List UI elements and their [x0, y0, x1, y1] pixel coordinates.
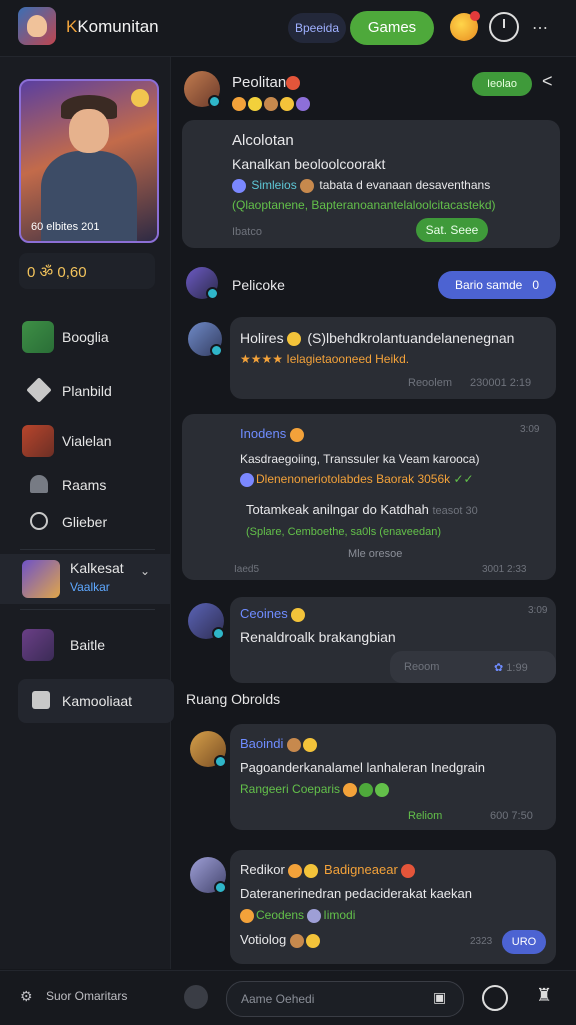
follow-button[interactable]: Ieolao	[472, 72, 532, 96]
message-input-placeholder: Aame Oehedi	[241, 992, 315, 1006]
author-name: Redikor Badigneaear	[240, 862, 417, 878]
sidebar-item-kalkesat[interactable]: Kalkesat Vaalkar ⌄	[0, 554, 170, 604]
message-input[interactable]: Aame Oehedi ▣	[226, 981, 464, 1017]
timestamp: 3:09	[528, 605, 548, 616]
notification-badge-icon[interactable]	[450, 11, 480, 41]
timestamp: 3:09	[520, 424, 540, 435]
sidebar-item-baitle[interactable]: Baitle	[0, 623, 170, 667]
post-line: ★★★★ Ielagietaooneed Heikd.	[240, 352, 410, 366]
user-avatar[interactable]	[190, 731, 227, 768]
post-footer-bar: Reoom ✿ 1:99	[390, 651, 556, 683]
bottom-bar: ⚙ Suor Omaritars Aame Oehedi ▣ ♜	[0, 970, 576, 1025]
reaction-icons	[232, 95, 312, 113]
share-icon[interactable]: <	[542, 71, 553, 92]
camera-icon[interactable]: ▣	[433, 989, 446, 1006]
menu-icon[interactable]: ⋯	[532, 18, 548, 38]
clock-icon	[30, 512, 48, 530]
post-line: Totamkeak anilngar do Katdhah teasot 30	[246, 502, 478, 517]
user-avatar[interactable]	[188, 603, 225, 640]
games-button[interactable]: Games	[350, 11, 434, 45]
sidebar-item-kamooliaat[interactable]: Kamooliaat	[18, 679, 174, 723]
author-name: Inodens	[240, 426, 306, 442]
user-avatar[interactable]	[190, 857, 227, 894]
post-footer: Ibatco	[232, 226, 262, 238]
hero-corner-icon	[131, 89, 149, 107]
author-name: Ceoines	[240, 606, 307, 622]
gift-icon[interactable]: ♜	[536, 985, 552, 1006]
flame-icon	[286, 74, 302, 92]
author-name: Baoindi	[240, 736, 319, 752]
hero-card[interactable]: 60 elbites 201	[19, 79, 159, 243]
app-logo-icon[interactable]	[18, 7, 56, 45]
message-feed: Peolitan Ieolao < Alcolotan Kanalkan beo…	[170, 57, 576, 969]
post-line: Votiolog	[240, 932, 322, 948]
post-line: Simleios tabata d evanaan desaventhans	[232, 178, 490, 193]
post-title: Alcolotan	[232, 132, 294, 149]
post-card: Alcolotan Kanalkan beoloolcoorakt Simlei…	[182, 120, 560, 248]
kalkesat-avatar-icon	[22, 560, 60, 598]
app-title: KKomunitan	[66, 17, 159, 36]
stats-text: 0 ॐ 0,60	[27, 264, 87, 281]
sidebar: 60 elbites 201 0 ॐ 0,60 Booglia Planbild…	[0, 57, 174, 969]
post-line: Mle oresoe	[348, 548, 403, 560]
post-line: Renaldroalk brakangbian	[240, 629, 396, 645]
chevron-down-icon[interactable]: ⌄	[140, 564, 150, 578]
user-avatar[interactable]	[184, 71, 221, 108]
post-line: Pagoanderkanalamel lanhaleran Inedgrain	[240, 760, 486, 775]
timestamp: 600 7:50	[490, 810, 533, 822]
sidebar-divider	[20, 609, 155, 610]
vialelan-avatar-icon	[22, 425, 54, 457]
bpeeida-pill[interactable]: Bpeeida	[288, 13, 346, 43]
sidebar-item-glieber[interactable]: Glieber	[0, 500, 170, 544]
group-button[interactable]: Bario samde 0	[438, 271, 556, 299]
post-card: Baoindi Pagoanderkanalamel lanhaleran In…	[230, 724, 556, 830]
hero-face	[69, 109, 109, 153]
baitle-avatar-icon	[22, 629, 54, 661]
stats-bar: 0 ॐ 0,60	[19, 253, 155, 289]
post-line: Kanalkan beoloolcoorakt	[232, 156, 386, 172]
post-line: Dlenenoneriotolabdes Baorak 3056k ✓✓	[240, 472, 474, 487]
post-line: Rangeeri Coeparis	[240, 782, 391, 797]
hero-label: 60 elbites 201	[31, 221, 100, 233]
post-action-button[interactable]: Sat. Seee	[416, 218, 488, 242]
folder-icon	[32, 691, 50, 709]
post-header: Holires (S)lbehdkrolantuandelanenegnan	[240, 330, 515, 347]
post-footer: Reliom	[408, 810, 443, 822]
top-bar: KKomunitan Bpeeida Games ⋯	[0, 0, 576, 57]
post-line: Dateranerinedran pedaciderakat kaekan	[240, 886, 472, 901]
author-name: Peolitan	[232, 74, 287, 91]
group-name: Pelicoke	[232, 277, 285, 293]
sidebar-item-vialelan[interactable]: Vialelan	[0, 419, 170, 463]
post-line: (Splare, Cemboethe, sa0ls (enaveedan)	[246, 526, 442, 538]
user-avatar[interactable]	[188, 322, 223, 357]
timestamp: 2323	[470, 936, 493, 947]
timestamp: 230001 2:19	[470, 377, 532, 389]
timestamp: 3001 2:33	[482, 564, 527, 575]
heart-icon	[26, 377, 52, 403]
sidebar-item-planbild[interactable]: Planbild	[0, 369, 170, 413]
bottom-left-label[interactable]: Suor Omaritars	[46, 989, 127, 1003]
post-footer: Iaed5	[234, 564, 260, 575]
post-line: (Qlaoptanene, Bapteranoanantelaloolcitac…	[232, 198, 496, 212]
sidebar-divider	[20, 549, 155, 550]
post-line: Kasdraegoiing, Transsuler ka Veam karooc…	[240, 452, 480, 466]
room-label: Ruang Obrolds	[186, 691, 281, 707]
settings-icon[interactable]: ⚙	[20, 988, 33, 1005]
timer-icon[interactable]	[489, 12, 519, 42]
mic-icon[interactable]	[482, 985, 508, 1011]
post-card: Ceoines 3:09 Renaldroalk brakangbian Reo…	[230, 597, 556, 683]
booglia-avatar-icon	[22, 321, 54, 353]
group-avatar[interactable]	[186, 267, 219, 300]
post-footer: Reoolem	[408, 377, 453, 389]
post-line: Ceodens Iimodi	[240, 908, 355, 923]
sidebar-item-booglia[interactable]: Booglia	[0, 315, 170, 359]
bell-icon	[30, 475, 48, 493]
post-card: Holires (S)lbehdkrolantuandelanenegnan ★…	[230, 317, 556, 399]
timestamp: ✿ 1:99	[494, 662, 528, 674]
post-action-button[interactable]: URO	[502, 930, 546, 954]
post-card: Inodens 3:09 Kasdraegoiing, Transsuler k…	[182, 414, 556, 580]
post-card: Redikor Badigneaear Dateranerinedran ped…	[230, 850, 556, 964]
attach-icon[interactable]	[184, 985, 208, 1009]
